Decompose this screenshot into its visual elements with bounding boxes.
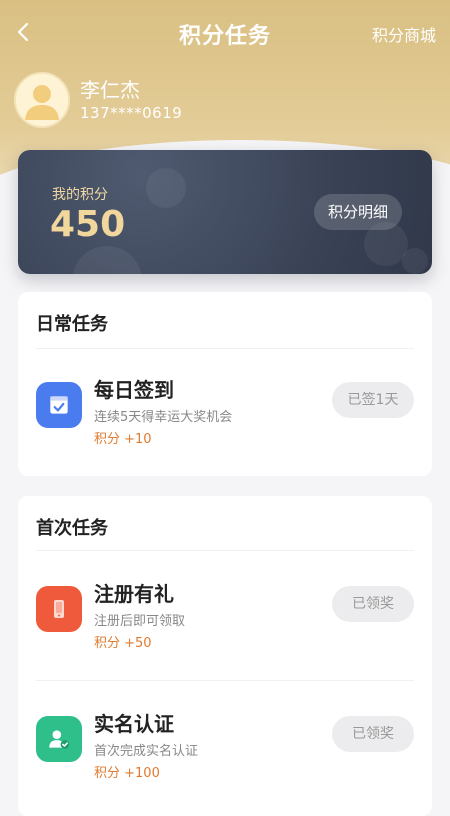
checkin-calendar-icon xyxy=(36,382,82,428)
user-phone: 137****0619 xyxy=(80,104,183,122)
task-points: 积分 +50 xyxy=(94,636,152,651)
task-item-identity-verification: 实名认证 首次完成实名认证 积分 +100 已领奖 xyxy=(18,706,432,806)
task-description: 连续5天得幸运大奖机会 xyxy=(94,410,233,425)
task-points: 积分 +100 xyxy=(94,766,160,781)
points-card: 我的积分 450 积分明细 xyxy=(18,150,432,274)
task-description: 注册后即可领取 xyxy=(94,614,186,629)
section-title: 日常任务 xyxy=(36,314,108,335)
task-name: 实名认证 xyxy=(94,712,174,736)
divider xyxy=(36,348,414,349)
user-name: 李仁杰 xyxy=(80,78,140,102)
decor-bubble xyxy=(72,246,142,274)
task-name: 注册有礼 xyxy=(94,582,174,606)
verification-reward-button[interactable]: 已领奖 xyxy=(332,716,414,752)
decor-bubble xyxy=(402,248,428,274)
phone-icon xyxy=(36,586,82,632)
task-item-daily-checkin: 每日签到 连续5天得幸运大奖机会 积分 +10 已签1天 xyxy=(18,372,432,472)
decor-bubble xyxy=(146,168,186,208)
points-detail-label: 积分明细 xyxy=(327,203,388,221)
task-description: 首次完成实名认证 xyxy=(94,744,199,759)
checkin-status-button[interactable]: 已签1天 xyxy=(332,382,414,418)
divider xyxy=(36,550,414,551)
points-detail-button[interactable]: 积分明细 xyxy=(313,194,402,230)
user-verified-icon xyxy=(36,716,82,762)
avatar[interactable] xyxy=(14,72,70,128)
task-item-register: 注册有礼 注册后即可领取 积分 +50 已领奖 xyxy=(18,576,432,676)
section-title: 首次任务 xyxy=(36,518,108,539)
top-bar: 积分任务 积分商城 xyxy=(0,0,450,66)
points-label: 我的积分 xyxy=(52,187,108,203)
points-mall-link[interactable]: 积分商城 xyxy=(372,22,436,46)
register-reward-button[interactable]: 已领奖 xyxy=(332,586,414,622)
task-points: 积分 +10 xyxy=(94,432,152,447)
first-time-tasks-section: 首次任务 注册有礼 注册后即可领取 积分 +50 已领奖 实名认证 首次完成实名… xyxy=(18,496,432,816)
daily-tasks-section: 日常任务 每日签到 连续5天得幸运大奖机会 积分 +10 已签1天 xyxy=(18,292,432,476)
divider xyxy=(36,680,414,681)
user-avatar-icon xyxy=(16,74,68,126)
task-name: 每日签到 xyxy=(94,378,174,402)
points-value: 450 xyxy=(50,204,126,245)
